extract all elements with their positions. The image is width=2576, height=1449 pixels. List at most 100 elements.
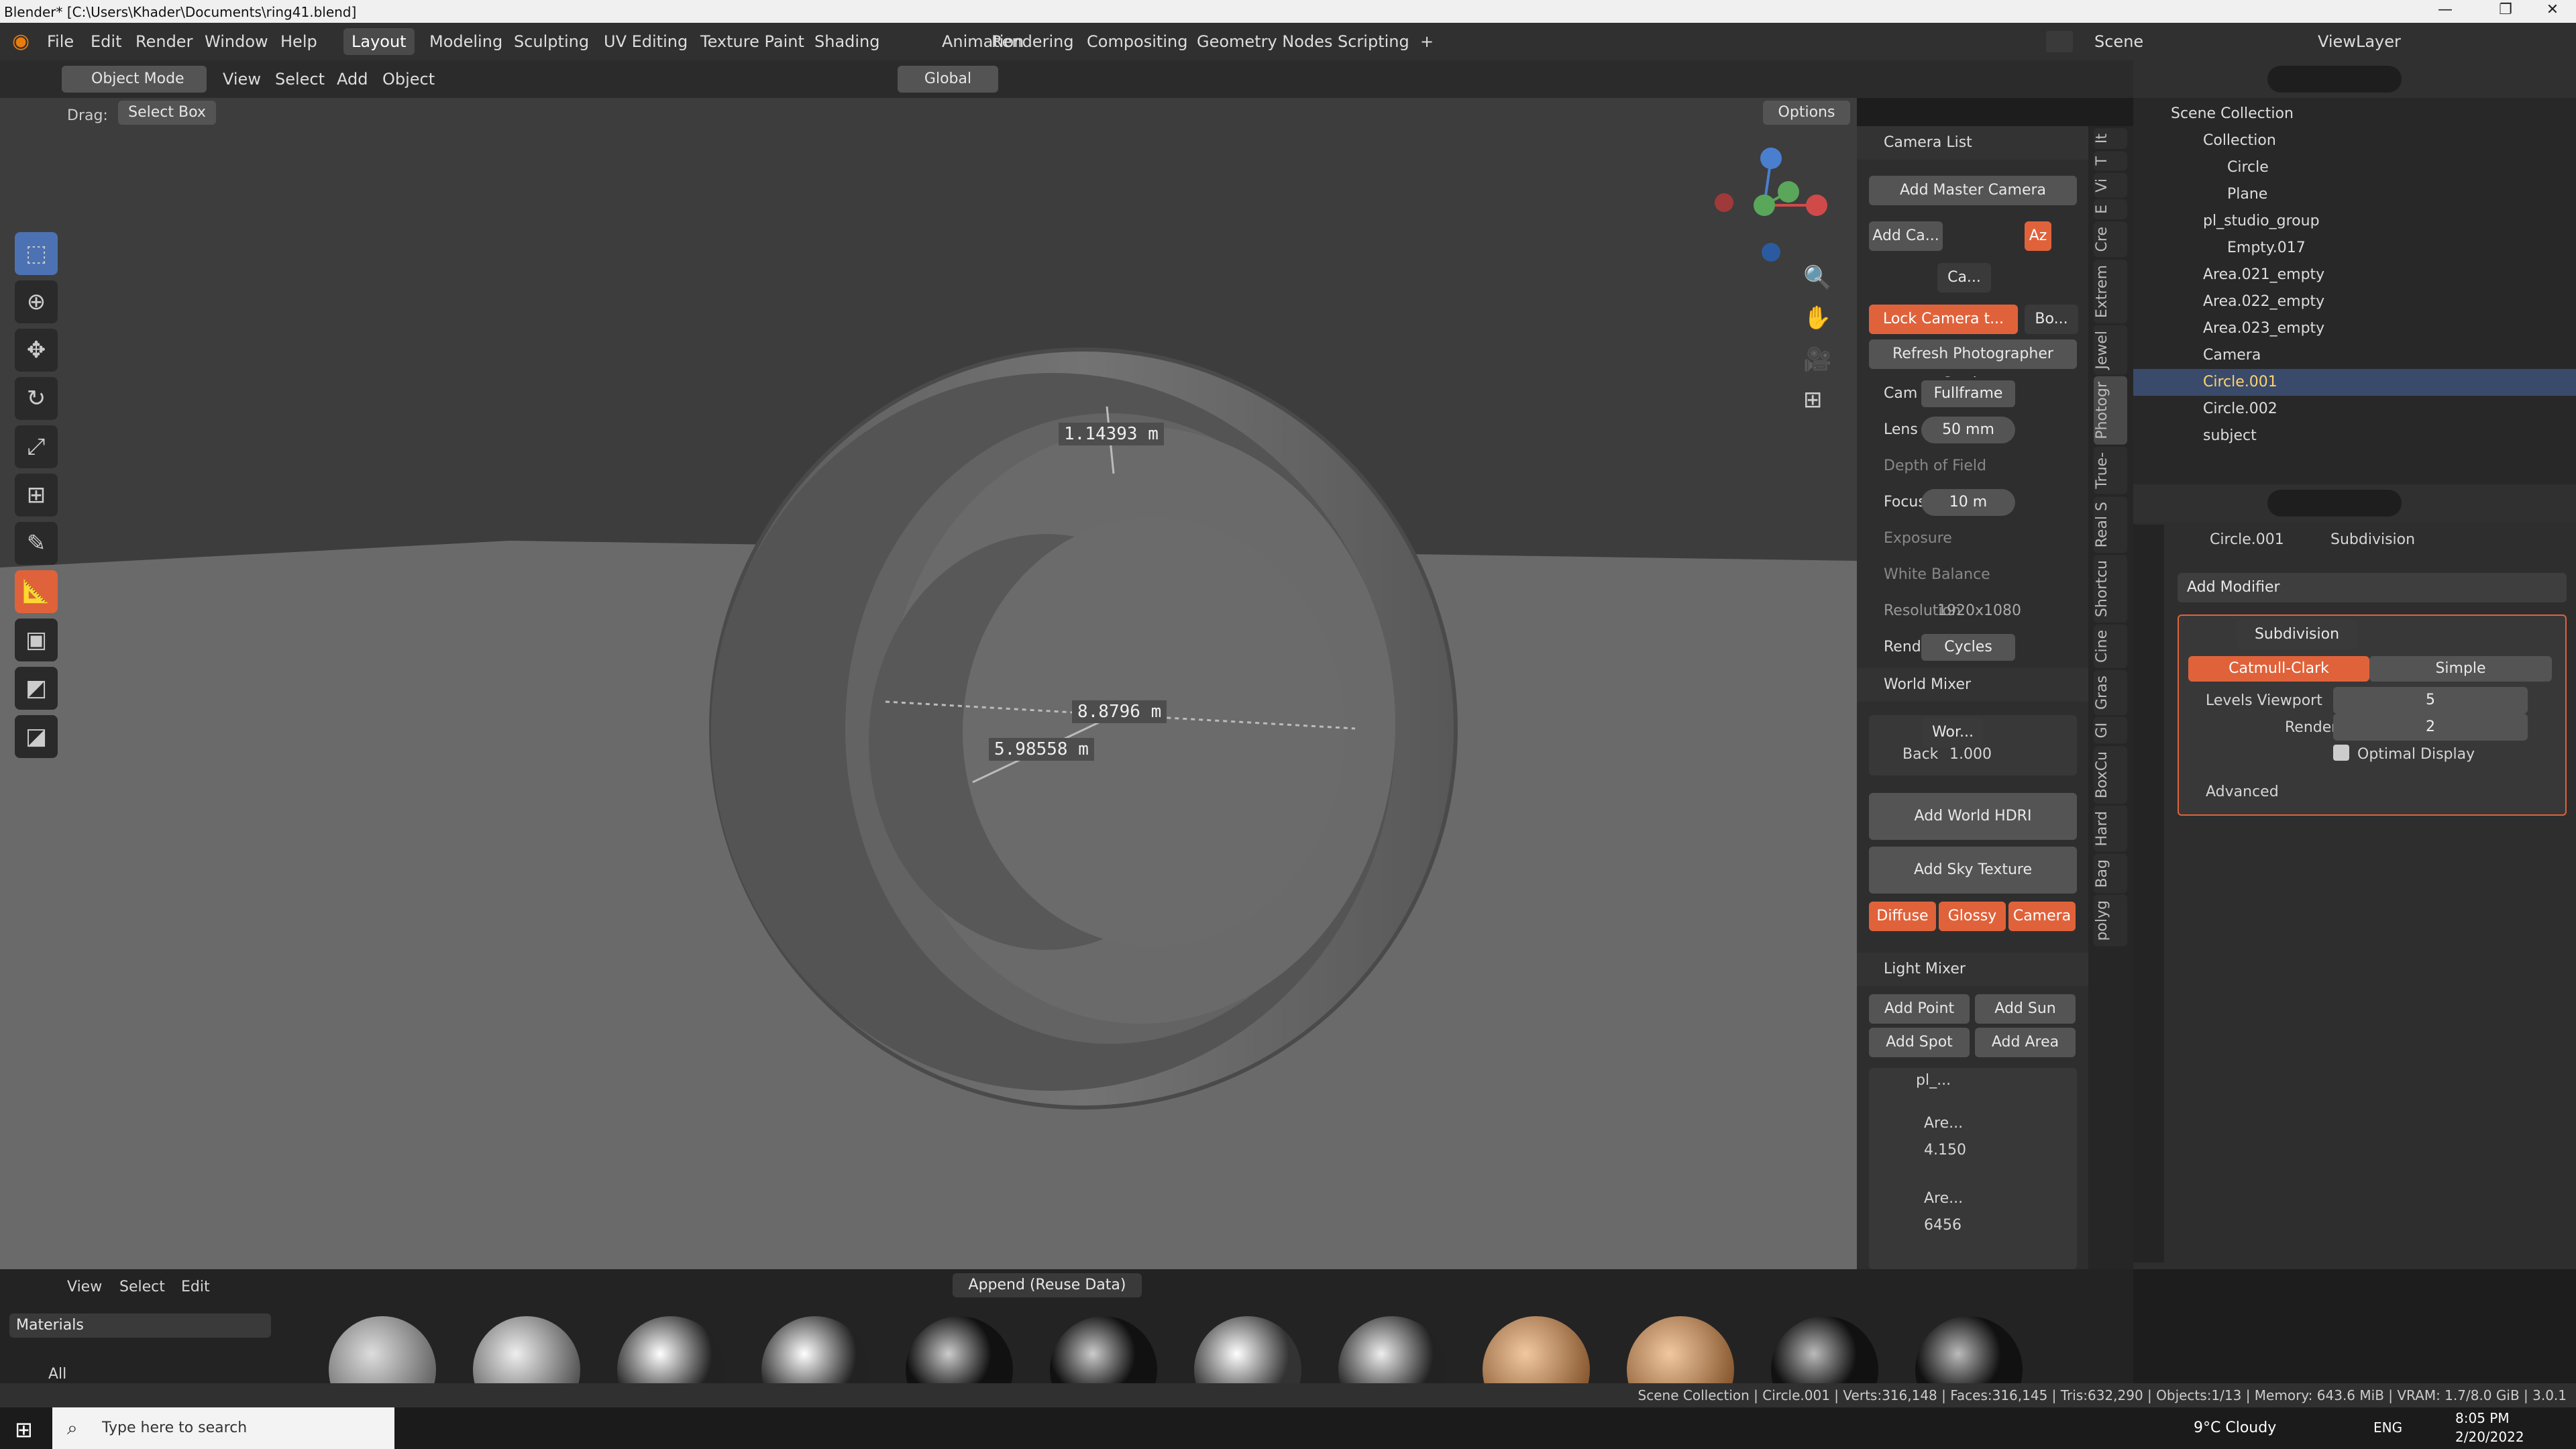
properties-search-input[interactable] <box>2267 490 2402 517</box>
workspace-tab-shading[interactable]: Shading <box>806 28 888 55</box>
advanced-section[interactable]: Advanced <box>2206 784 2279 800</box>
outliner-item-circle-001[interactable]: Circle.001 <box>2133 369 2576 396</box>
outliner-item-plane[interactable]: Plane <box>2133 181 2576 208</box>
asset-edit-menu[interactable]: Edit <box>181 1279 210 1295</box>
tab-vi[interactable]: Vi <box>2094 172 2127 198</box>
tab-t[interactable]: T <box>2094 151 2127 171</box>
workspace-tab-uv-editing[interactable]: UV Editing <box>596 28 696 55</box>
back-value[interactable]: 1.000 <box>1949 746 1992 763</box>
navigation-gizmo[interactable] <box>1697 138 1831 272</box>
annotate-tool-icon[interactable]: ✎ <box>15 522 58 565</box>
scale-tool-icon[interactable]: ⤢ <box>15 425 58 468</box>
row-white-balance[interactable]: White Balance <box>1857 558 2088 592</box>
transform-tool-icon[interactable]: ⊞ <box>15 474 58 517</box>
3d-viewport[interactable]: 1.14393 m 8.8796 m 5.98558 m Drag: Selec… <box>0 98 1857 1269</box>
minimize-icon[interactable]: — <box>2415 1 2475 21</box>
camera-name[interactable]: Ca... <box>1937 263 1991 292</box>
windows-start-icon[interactable]: ⊞ <box>15 1417 33 1442</box>
menu-render[interactable]: Render <box>136 23 193 60</box>
view-menu[interactable]: View <box>223 60 261 98</box>
add-sky-texture-button[interactable]: Add Sky Texture <box>1869 847 2077 894</box>
outliner-item-collection[interactable]: Collection <box>2133 127 2576 154</box>
tab-real-s[interactable]: Real S <box>2094 496 2127 553</box>
mode-dropdown[interactable]: Object Mode <box>62 66 207 93</box>
camera-view-icon[interactable]: 🎥 <box>1803 346 1831 373</box>
tab-it[interactable]: It <box>2094 128 2127 150</box>
optimal-display-checkbox[interactable] <box>2333 745 2349 761</box>
world-mixer-header[interactable]: World Mixer <box>1857 668 2088 702</box>
light2-name[interactable]: Are... <box>1924 1190 1963 1207</box>
outliner-search-input[interactable] <box>2267 66 2402 93</box>
group-name[interactable]: pl_... <box>1916 1072 1951 1089</box>
pan-icon[interactable]: ✋ <box>1803 305 1831 331</box>
outliner-item-pl-studio-group[interactable]: pl_studio_group <box>2133 208 2576 235</box>
row-lens[interactable]: Lens 50 mm <box>1857 413 2088 447</box>
add-camera-button[interactable]: Add Ca... <box>1869 221 1943 251</box>
outliner-item-subject[interactable]: subject <box>2133 423 2576 449</box>
add-area-button[interactable]: Add Area <box>1975 1028 2076 1057</box>
row-exposure[interactable]: Exposure <box>1857 522 2088 555</box>
add-cube-tool-icon[interactable]: ▣ <box>15 619 58 661</box>
outliner-item-circle[interactable]: Circle <box>2133 154 2576 181</box>
row-resolution[interactable]: Resolution 1920x1080 <box>1857 594 2088 628</box>
options-dropdown[interactable]: Options <box>1763 101 1850 125</box>
move-tool-icon[interactable]: ✥ <box>15 329 58 372</box>
workspace-tab-texture-paint[interactable]: Texture Paint <box>692 28 812 55</box>
menu-window[interactable]: Window <box>205 23 268 60</box>
workspace-tab-sculpting[interactable]: Sculpting <box>506 28 597 55</box>
scene-selector-icon[interactable] <box>2046 31 2073 52</box>
tab-true[interactable]: True- <box>2094 447 2127 494</box>
blender-logo-icon[interactable]: ◉ <box>12 30 30 53</box>
outliner-item-circle-002[interactable]: Circle.002 <box>2133 396 2576 423</box>
tab-e[interactable]: E <box>2094 199 2127 220</box>
add-workspace-icon[interactable]: + <box>1412 28 1442 55</box>
lock-camera-button[interactable]: Lock Camera t... <box>1869 305 2018 334</box>
tab-gras[interactable]: Gras <box>2094 670 2127 716</box>
extra-tool-icon-2[interactable]: ◪ <box>15 715 58 758</box>
close-window-icon[interactable]: ✕ <box>2522 1 2576 21</box>
workspace-tab-scripting[interactable]: Scripting <box>1330 28 1417 55</box>
lens-field[interactable]: 50 mm <box>1921 417 2015 443</box>
outliner-item-empty-017[interactable]: Empty.017 <box>2133 235 2576 262</box>
tab-shortcu[interactable]: Shortcu <box>2094 555 2127 623</box>
zoom-icon[interactable]: 🔍 <box>1803 264 1831 291</box>
sort-az-icon[interactable]: Az <box>2025 221 2051 251</box>
outliner-item-area-022[interactable]: Area.022_empty <box>2133 288 2576 315</box>
language-indicator[interactable]: ENG <box>2373 1419 2402 1436</box>
asset-catalog-all[interactable]: All <box>48 1366 66 1383</box>
workspace-tab-layout[interactable]: Layout <box>343 28 415 55</box>
drag-select-dropdown[interactable]: Select Box <box>118 101 216 125</box>
add-spot-button[interactable]: Add Spot <box>1869 1028 1970 1057</box>
light-mixer-header[interactable]: Light Mixer <box>1857 953 2088 986</box>
tab-photographer[interactable]: Photogr <box>2094 376 2127 445</box>
add-menu[interactable]: Add <box>337 60 368 98</box>
camera-list-header[interactable]: Camera List <box>1857 126 2088 160</box>
modifier-name-field[interactable]: Subdivision <box>2237 620 2357 649</box>
import-method-dropdown[interactable]: Append (Reuse Data) <box>953 1273 1142 1297</box>
asset-library-dropdown[interactable]: Materials <box>9 1313 271 1338</box>
tab-gi[interactable]: GI <box>2094 717 2127 744</box>
clock-date[interactable]: 2/20/2022 <box>2455 1429 2524 1445</box>
taskbar-search-box[interactable]: ⌕ Type here to search <box>52 1407 394 1449</box>
diffuse-toggle[interactable]: Diffuse <box>1869 902 1936 931</box>
outliner-root[interactable]: Scene Collection <box>2133 101 2576 127</box>
menu-file[interactable]: File <box>47 23 74 60</box>
workspace-tab-compositing[interactable]: Compositing <box>1079 28 1195 55</box>
row-cam[interactable]: Cam Fullframe <box>1857 377 2088 411</box>
asset-view-menu[interactable]: View <box>67 1279 102 1295</box>
render-levels-field[interactable]: 2 <box>2333 714 2528 741</box>
glossy-toggle[interactable]: Glossy <box>1939 902 2006 931</box>
workspace-tab-rendering[interactable]: Rendering <box>983 28 1082 55</box>
viewlayer-name[interactable]: ViewLayer <box>2318 23 2401 60</box>
row-dof[interactable]: Depth of Field <box>1857 449 2088 483</box>
asset-select-menu[interactable]: Select <box>119 1279 165 1295</box>
bo-checkbox[interactable]: Bo... <box>2025 305 2078 334</box>
rotate-tool-icon[interactable]: ↻ <box>15 377 58 420</box>
add-master-camera-button[interactable]: Add Master Camera <box>1869 176 2077 205</box>
cursor-tool-icon[interactable]: ⊕ <box>15 280 58 323</box>
world-name[interactable]: Wor... <box>1923 718 1983 747</box>
refresh-photographer-settings-button[interactable]: Refresh Photographer Settings <box>1869 339 2077 392</box>
tab-jewel[interactable]: Jewel <box>2094 325 2127 375</box>
add-world-hdri-button[interactable]: Add World HDRI <box>1869 793 2077 840</box>
tab-hard[interactable]: Hard <box>2094 806 2127 852</box>
